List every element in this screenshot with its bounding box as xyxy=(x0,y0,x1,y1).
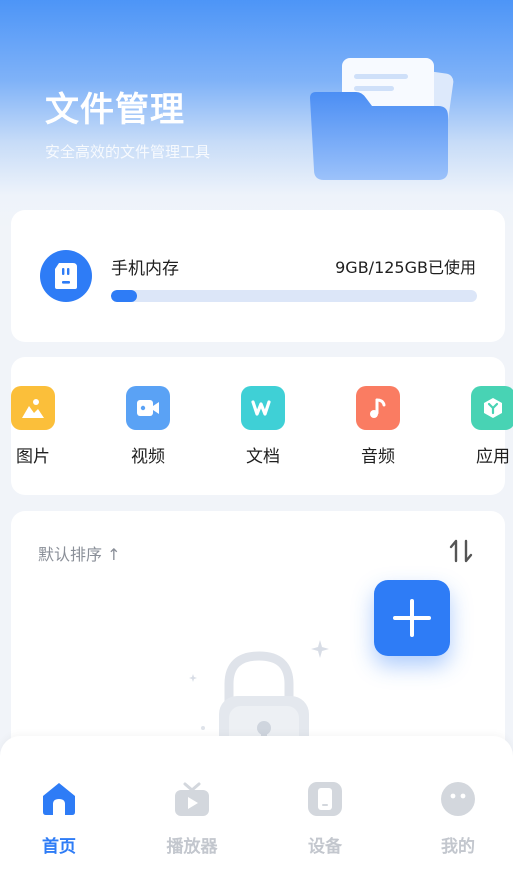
category-images[interactable]: 图片 xyxy=(3,386,63,467)
home-icon xyxy=(43,783,75,815)
storage-label: 手机内存 xyxy=(111,259,179,279)
category-documents[interactable]: 文档 xyxy=(233,386,293,467)
storage-card[interactable]: 手机内存 9GB/125GB已使用 xyxy=(11,210,505,342)
video-icon xyxy=(126,386,170,430)
profile-icon xyxy=(441,782,475,816)
image-icon xyxy=(11,386,55,430)
category-videos[interactable]: 视频 xyxy=(118,386,178,467)
bottom-navigation: 首页 播放器 设备 我的 xyxy=(0,736,513,885)
nav-devices[interactable]: 设备 xyxy=(280,780,370,857)
category-label: 音频 xyxy=(361,447,395,467)
category-label: 文档 xyxy=(246,447,280,467)
nav-player[interactable]: 播放器 xyxy=(147,780,237,857)
category-label: 应用 xyxy=(476,447,510,467)
nav-home[interactable]: 首页 xyxy=(14,780,104,857)
phone-icon xyxy=(308,782,342,816)
folder-illustration-icon xyxy=(310,58,454,180)
nav-label: 播放器 xyxy=(166,837,218,857)
nav-label: 设备 xyxy=(308,837,342,857)
nav-label: 首页 xyxy=(42,837,76,857)
music-icon xyxy=(356,386,400,430)
sort-dropdown[interactable]: 默认排序 ↑ xyxy=(38,541,121,565)
tv-icon xyxy=(175,782,209,816)
app-icon xyxy=(471,386,513,430)
category-apps[interactable]: 应用 xyxy=(463,386,513,467)
add-file-button[interactable] xyxy=(374,580,450,656)
app-subtitle: 安全高效的文件管理工具 xyxy=(45,143,211,161)
plus-icon xyxy=(393,599,431,637)
category-label: 图片 xyxy=(16,447,50,467)
storage-usage-text: 9GB/125GB已使用 xyxy=(335,258,476,277)
nav-label: 我的 xyxy=(441,837,475,857)
sd-card-icon xyxy=(40,250,92,302)
document-icon xyxy=(241,386,285,430)
app-title: 文件管理 xyxy=(45,90,185,130)
sort-toggle-icon[interactable] xyxy=(448,537,474,565)
nav-profile[interactable]: 我的 xyxy=(413,780,503,857)
storage-progress-bar xyxy=(111,290,477,302)
category-card: 图片 视频 文档 音频 应用 xyxy=(11,357,513,495)
category-label: 视频 xyxy=(131,447,165,467)
storage-progress-fill xyxy=(111,290,138,302)
category-audio[interactable]: 音频 xyxy=(348,386,408,467)
